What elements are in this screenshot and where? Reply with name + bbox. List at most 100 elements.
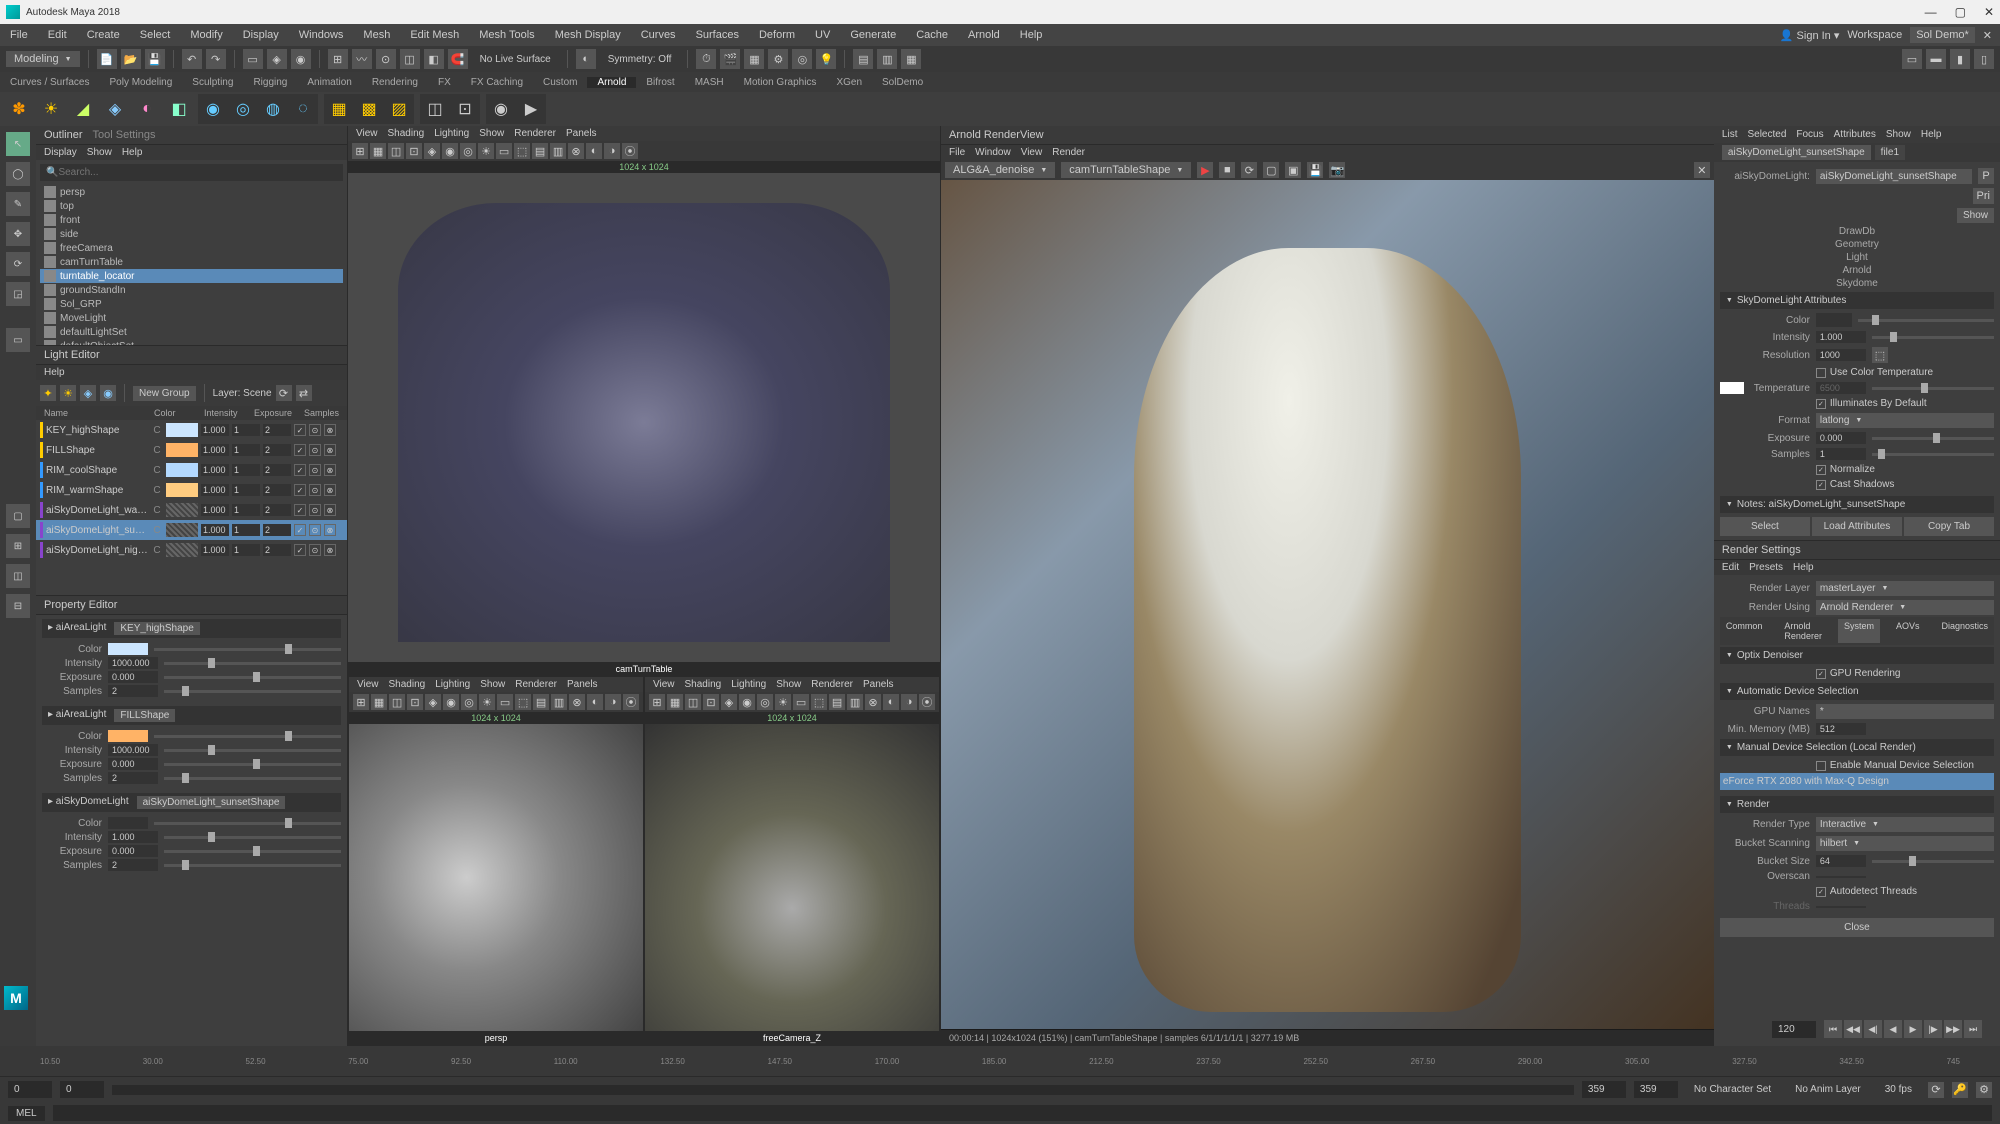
shelf-tab-bifrost[interactable]: Bifrost bbox=[636, 77, 684, 88]
symmetry-icon[interactable]: ◐ bbox=[576, 49, 596, 69]
exposure-slider[interactable] bbox=[1872, 437, 1994, 440]
panel2-icon[interactable]: ▥ bbox=[877, 49, 897, 69]
snap-plane-icon[interactable]: ◫ bbox=[400, 49, 420, 69]
vp-tool-4[interactable]: ◈ bbox=[425, 694, 441, 710]
menu-help[interactable]: Help bbox=[1010, 29, 1053, 41]
light-editor-icon[interactable]: 💡 bbox=[816, 49, 836, 69]
vp-tool-1[interactable]: ▦ bbox=[371, 694, 387, 710]
vp-tool-4[interactable]: ◈ bbox=[424, 143, 440, 159]
char-set-select[interactable]: No Character Set bbox=[1686, 1084, 1779, 1095]
le-area-icon[interactable]: ✦ bbox=[40, 385, 56, 401]
prefs-icon[interactable]: ⚙ bbox=[1976, 1082, 1992, 1098]
select-mode-icon[interactable]: ◉ bbox=[291, 49, 311, 69]
arnold-close-icon[interactable]: ✕ bbox=[1694, 162, 1710, 178]
select-icon[interactable]: ▭ bbox=[243, 49, 263, 69]
vp-tool-6[interactable]: ◎ bbox=[460, 143, 476, 159]
viewport-main[interactable] bbox=[348, 173, 940, 662]
vp-tool-13[interactable]: ◐ bbox=[883, 694, 899, 710]
shelf-tab-arnold[interactable]: Arnold bbox=[587, 77, 636, 88]
arnold-play-icon[interactable]: ▶ bbox=[1197, 162, 1213, 178]
go-end-icon[interactable]: ⏭ bbox=[1964, 1020, 1982, 1038]
symmetry-label[interactable]: Symmetry: Off bbox=[600, 54, 680, 65]
ws-close-icon[interactable]: ✕ bbox=[1983, 29, 1992, 42]
menu-edit-mesh[interactable]: Edit Mesh bbox=[400, 29, 469, 41]
proc-icon[interactable]: ◌ bbox=[290, 96, 316, 122]
outliner-item[interactable]: camTurnTable bbox=[40, 255, 343, 269]
copy-tab-button[interactable]: Copy Tab bbox=[1904, 517, 1994, 536]
outliner-item[interactable]: MoveLight bbox=[40, 311, 343, 325]
format-select[interactable]: latlong bbox=[1816, 413, 1994, 428]
menu-edit[interactable]: Edit bbox=[38, 29, 77, 41]
vp-tool-7[interactable]: ☀ bbox=[775, 694, 791, 710]
workspace-selector[interactable]: Sol Demo* bbox=[1910, 27, 1975, 43]
samples-slider[interactable] bbox=[1872, 453, 1994, 456]
shelf-tab-mash[interactable]: MASH bbox=[685, 77, 734, 88]
menu-curves[interactable]: Curves bbox=[631, 29, 686, 41]
vp-tool-4[interactable]: ◈ bbox=[721, 694, 737, 710]
snap-point-icon[interactable]: ⊙ bbox=[376, 49, 396, 69]
shelf-tab-motion-graphics[interactable]: Motion Graphics bbox=[734, 77, 827, 88]
menu-create[interactable]: Create bbox=[77, 29, 130, 41]
menu-mesh-tools[interactable]: Mesh Tools bbox=[469, 29, 544, 41]
color-slider[interactable] bbox=[1858, 319, 1994, 322]
gpu-names-field[interactable]: * bbox=[1816, 704, 1994, 719]
module-selector[interactable]: Modeling bbox=[6, 51, 80, 67]
resolution-field[interactable]: 1000 bbox=[1816, 349, 1866, 361]
snap-grid-icon[interactable]: ⊞ bbox=[328, 49, 348, 69]
menu-deform[interactable]: Deform bbox=[749, 29, 805, 41]
outliner-item[interactable]: front bbox=[40, 213, 343, 227]
vp-tool-7[interactable]: ☀ bbox=[479, 694, 495, 710]
viewport-free[interactable] bbox=[645, 724, 939, 1031]
notes-section[interactable]: Notes: aiSkyDomeLight_sunsetShape bbox=[1720, 496, 1994, 513]
lasso-tool[interactable]: ◯ bbox=[6, 162, 30, 186]
range-start-2[interactable]: 0 bbox=[60, 1081, 104, 1098]
toggle-ui1-icon[interactable]: ▭ bbox=[1902, 49, 1922, 69]
outliner-search[interactable]: 🔍 bbox=[40, 164, 343, 181]
select-tool[interactable]: ↖ bbox=[6, 132, 30, 156]
light-sun-icon[interactable]: ☀ bbox=[38, 96, 64, 122]
arnold-region-icon[interactable]: ▢ bbox=[1263, 162, 1279, 178]
light-row[interactable]: KEY_highShapeC1.00012✓⊙⊗ bbox=[36, 420, 347, 440]
load-attributes-button[interactable]: Load Attributes bbox=[1812, 517, 1902, 536]
menu-windows[interactable]: Windows bbox=[289, 29, 354, 41]
anim-layer-select[interactable]: No Anim Layer bbox=[1787, 1084, 1869, 1095]
manual-dev-section[interactable]: Manual Device Selection (Local Render) bbox=[1720, 739, 1994, 756]
illum-checkbox[interactable]: ✓Illuminates By Default bbox=[1816, 398, 1927, 409]
close-button[interactable]: Close bbox=[1720, 918, 1994, 937]
shelf-tab-fx-caching[interactable]: FX Caching bbox=[461, 77, 533, 88]
attr-color-swatch[interactable] bbox=[1816, 313, 1852, 327]
last-tool[interactable]: ▭ bbox=[6, 328, 30, 352]
le-photo-icon[interactable]: ◉ bbox=[100, 385, 116, 401]
node-name-field[interactable]: aiSkyDomeLight_sunsetShape bbox=[1816, 169, 1972, 184]
range-end-2[interactable]: 359 bbox=[1634, 1081, 1678, 1098]
vp-tool-7[interactable]: ☀ bbox=[478, 143, 494, 159]
auto-threads-checkbox[interactable]: ✓Autodetect Threads bbox=[1816, 886, 1917, 897]
viewport-persp[interactable] bbox=[349, 724, 643, 1031]
render-layer-select[interactable]: masterLayer bbox=[1816, 581, 1994, 596]
vp-tool-13[interactable]: ◐ bbox=[587, 694, 603, 710]
op-1-icon[interactable]: ◫ bbox=[422, 96, 448, 122]
hist-icon[interactable]: ⏱ bbox=[696, 49, 716, 69]
vp-tool-10[interactable]: ▤ bbox=[829, 694, 845, 710]
op-2-icon[interactable]: ⊡ bbox=[452, 96, 478, 122]
arnold-preset[interactable]: ALG&A_denoise bbox=[945, 162, 1055, 178]
preset-p-button[interactable]: P bbox=[1978, 168, 1994, 184]
move-tool[interactable]: ✥ bbox=[6, 222, 30, 246]
vp-tool-13[interactable]: ◐ bbox=[586, 143, 602, 159]
shelf-tab-fx[interactable]: FX bbox=[428, 77, 461, 88]
vp-tool-2[interactable]: ◫ bbox=[389, 694, 405, 710]
tex-1-icon[interactable]: ▦ bbox=[326, 96, 352, 122]
new-scene-icon[interactable]: 📄 bbox=[97, 49, 117, 69]
menu-file[interactable]: File bbox=[0, 29, 38, 41]
light-row[interactable]: RIM_warmShapeC1.00012✓⊙⊗ bbox=[36, 480, 347, 500]
search-input[interactable] bbox=[58, 167, 337, 178]
range-end-1[interactable]: 359 bbox=[1582, 1081, 1626, 1098]
render-using-select[interactable]: Arnold Renderer bbox=[1816, 600, 1994, 615]
close-icon[interactable]: ✕ bbox=[1984, 5, 1994, 19]
shelf-tab-curves-surfaces[interactable]: Curves / Surfaces bbox=[0, 77, 99, 88]
outliner-item[interactable]: Sol_GRP bbox=[40, 297, 343, 311]
light-mesh-icon[interactable]: ◈ bbox=[102, 96, 128, 122]
gpu-render-checkbox[interactable]: ✓GPU Rendering bbox=[1816, 668, 1901, 679]
outliner-item[interactable]: persp bbox=[40, 185, 343, 199]
skydome-section[interactable]: SkyDomeLight Attributes bbox=[1720, 292, 1994, 309]
